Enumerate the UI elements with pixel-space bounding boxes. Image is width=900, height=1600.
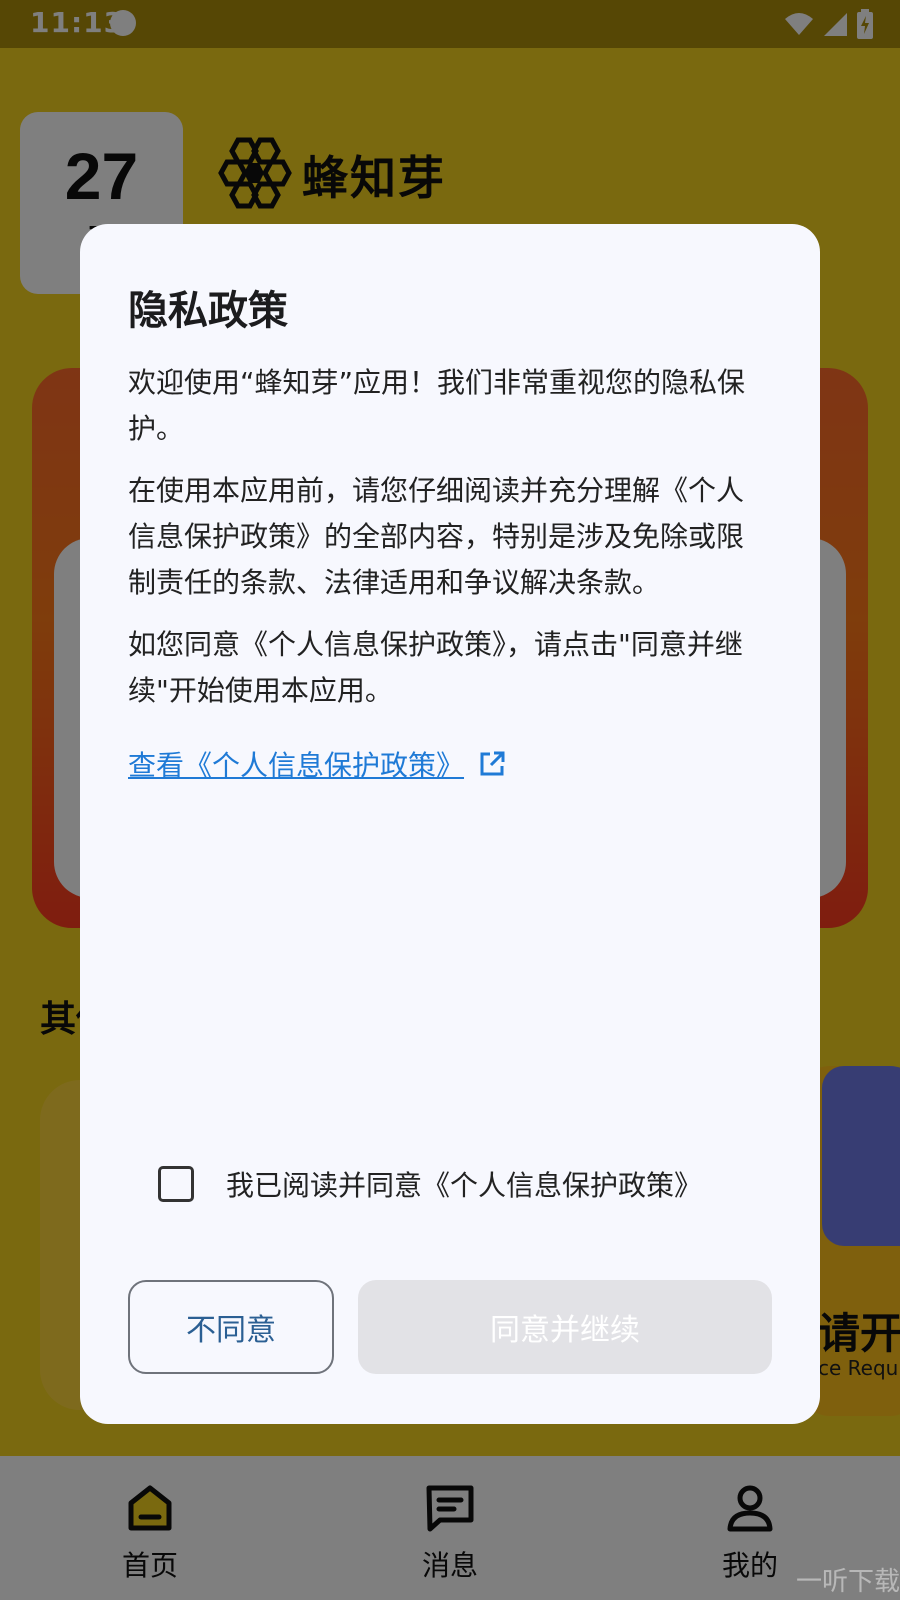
agree-checkbox-label[interactable]: 我已阅读并同意《个人信息保护政策》 — [226, 1164, 702, 1204]
dialog-body: 欢迎使用“蜂知芽”应用！我们非常重视您的隐私保护。 在使用本应用前，请您仔细阅读… — [128, 360, 768, 730]
view-policy-link-text[interactable]: 查看《个人信息保护政策》 — [128, 744, 464, 784]
external-link-icon[interactable] — [478, 750, 506, 778]
view-policy-link[interactable]: 查看《个人信息保护政策》 — [128, 744, 506, 784]
watermark: 一听下载 — [795, 1567, 900, 1597]
dialog-paragraph: 在使用本应用前，请您仔细阅读并充分理解《个人信息保护政策》的全部内容，特别是涉及… — [128, 474, 745, 599]
agree-checkbox[interactable] — [158, 1166, 194, 1202]
dialog-paragraph: 欢迎使用“蜂知芽”应用！我们非常重视您的隐私保护。 — [128, 366, 746, 445]
privacy-dialog: 隐私政策 欢迎使用“蜂知芽”应用！我们非常重视您的隐私保护。 在使用本应用前，请… — [80, 224, 820, 1424]
decline-button[interactable]: 不同意 — [128, 1280, 334, 1374]
dialog-paragraph: 如您同意《个人信息保护政策》，请点击"同意并继续"开始使用本应用。 — [128, 628, 743, 707]
accept-continue-button[interactable]: 同意并继续 — [358, 1280, 772, 1374]
dialog-title: 隐私政策 — [128, 288, 288, 334]
agree-row[interactable]: 我已阅读并同意《个人信息保护政策》 — [158, 1164, 702, 1204]
